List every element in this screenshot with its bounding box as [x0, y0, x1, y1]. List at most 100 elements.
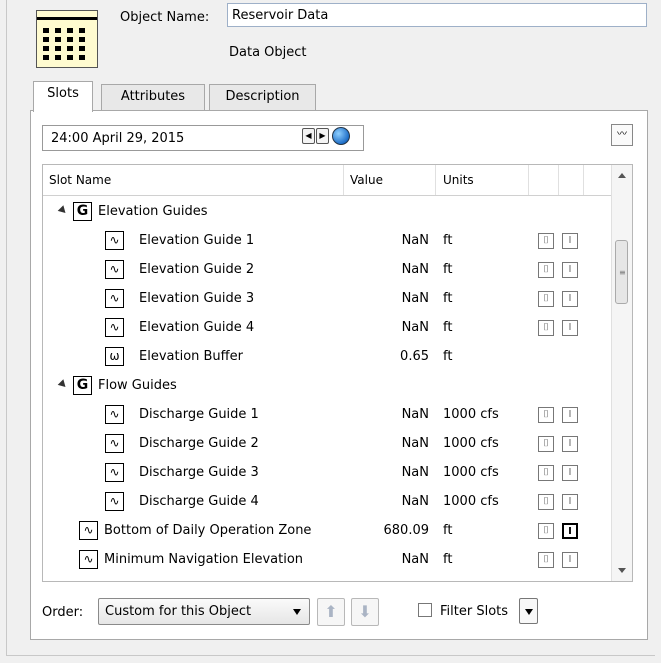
table-row[interactable]: ∿ Discharge Guide 1 NaN 1000 cfs ⌷ I	[43, 400, 613, 429]
slot-units: 1000 cfs	[443, 465, 499, 480]
output-flag-icon[interactable]: I	[562, 523, 578, 539]
slot-value: NaN	[401, 233, 429, 248]
output-flag-icon[interactable]: I	[562, 291, 578, 307]
input-flag-icon[interactable]: ⌷	[538, 465, 554, 481]
slot-value: NaN	[401, 291, 429, 306]
slot-name: Elevation Guide 2	[139, 262, 255, 277]
group-row[interactable]: G Elevation Guides	[43, 197, 613, 226]
slot-value: NaN	[401, 552, 429, 567]
slot-name: Discharge Guide 2	[139, 436, 259, 451]
slot-value: 680.09	[383, 523, 430, 538]
input-flag-icon[interactable]: ⌷	[538, 320, 554, 336]
output-flag-icon[interactable]: I	[562, 436, 578, 452]
slot-units: ft	[443, 552, 453, 567]
object-type-label: Data Object	[229, 45, 307, 60]
table-header: Slot Name Value Units	[43, 165, 613, 196]
slot-value: NaN	[401, 262, 429, 277]
order-label: Order:	[42, 605, 84, 620]
chevron-down-icon	[525, 609, 533, 615]
table-row[interactable]: ∿ Elevation Guide 3 NaN ft ⌷ I	[43, 284, 613, 313]
scrollbar-thumb[interactable]: ≡	[615, 240, 628, 304]
table-row[interactable]: ∿ Discharge Guide 4 NaN 1000 cfs ⌷ I	[43, 487, 613, 516]
slot-units: 1000 cfs	[443, 407, 499, 422]
slot-units: ft	[443, 291, 453, 306]
table-row[interactable]: ∿ Discharge Guide 2 NaN 1000 cfs ⌷ I	[43, 429, 613, 458]
slot-units: 1000 cfs	[443, 436, 499, 451]
window-border-left	[6, 0, 7, 655]
slot-units: ft	[443, 523, 453, 538]
slot-units: ft	[443, 233, 453, 248]
column-header-units[interactable]: Units	[443, 173, 474, 187]
series-slot-icon: ∿	[105, 318, 124, 337]
series-slot-icon: ∿	[79, 550, 98, 569]
group-icon: G	[73, 202, 92, 221]
output-flag-icon[interactable]: I	[562, 233, 578, 249]
series-slot-icon: ∿	[105, 492, 124, 511]
group-icon: G	[73, 376, 92, 395]
table-row[interactable]: ∿ Discharge Guide 3 NaN 1000 cfs ⌷ I	[43, 458, 613, 487]
scroll-down-arrow-icon[interactable]	[618, 568, 626, 573]
table-row[interactable]: ∿ Elevation Guide 4 NaN ft ⌷ I	[43, 313, 613, 342]
tab-description[interactable]: Description	[209, 84, 316, 110]
slot-name: Elevation Guide 4	[139, 320, 255, 335]
filter-slots-checkbox[interactable]	[418, 603, 432, 617]
output-flag-icon[interactable]: I	[562, 465, 578, 481]
filter-options-dropdown[interactable]	[519, 598, 538, 624]
order-select-value: Custom for this Object	[105, 604, 252, 619]
column-header-slot-name[interactable]: Slot Name	[49, 173, 111, 187]
series-slot-icon: ∿	[79, 521, 98, 540]
series-slot-icon: ∿	[105, 405, 124, 424]
table-row[interactable]: ∿ Bottom of Daily Operation Zone 680.09 ft ⌷…	[43, 516, 613, 545]
output-flag-icon[interactable]: I	[562, 262, 578, 278]
slot-name: Elevation Guide 1	[139, 233, 255, 248]
group-row[interactable]: G Flow Guides	[43, 371, 613, 400]
table-row[interactable]: ω Elevation Buffer 0.65 ft	[43, 342, 613, 371]
vertical-scrollbar[interactable]: ≡	[611, 165, 632, 581]
scroll-up-arrow-icon[interactable]	[618, 173, 626, 178]
slot-name: Elevation Buffer	[139, 349, 243, 364]
prev-timestep-icon[interactable]: ◀	[302, 128, 315, 144]
table-row[interactable]: ∿ Elevation Guide 2 NaN ft ⌷ I	[43, 255, 613, 284]
object-name-input[interactable]: Reservoir Data	[227, 3, 647, 27]
column-header-value[interactable]: Value	[350, 173, 383, 187]
slot-units: 1000 cfs	[443, 494, 499, 509]
next-timestep-icon[interactable]: ▶	[316, 128, 329, 144]
object-name-label: Object Name:	[120, 10, 210, 25]
slot-name: Bottom of Daily Operation Zone	[104, 523, 312, 538]
input-flag-icon[interactable]: ⌷	[538, 407, 554, 423]
input-flag-icon[interactable]: ⌷	[538, 523, 554, 539]
table-row[interactable]: ∿ Elevation Guide 1 NaN ft ⌷ I	[43, 226, 613, 255]
slot-name: Flow Guides	[98, 378, 177, 393]
collapse-triangle-icon[interactable]	[57, 205, 69, 216]
input-flag-icon[interactable]: ⌷	[538, 436, 554, 452]
scalar-slot-icon: ω	[105, 347, 124, 366]
output-flag-icon[interactable]: I	[562, 407, 578, 423]
collapse-triangle-icon[interactable]	[57, 379, 69, 390]
input-flag-icon[interactable]: ⌷	[538, 291, 554, 307]
tab-slots[interactable]: Slots	[33, 81, 93, 112]
slot-name: Minimum Navigation Elevation	[104, 552, 304, 567]
output-flag-icon[interactable]: I	[562, 320, 578, 336]
slot-value: NaN	[401, 320, 429, 335]
move-down-arrow-icon[interactable]: ⬇	[351, 598, 379, 626]
input-flag-icon[interactable]: ⌷	[538, 494, 554, 510]
plot-icon[interactable]: 〰	[611, 124, 633, 146]
slot-name: Discharge Guide 3	[139, 465, 259, 480]
tab-attributes[interactable]: Attributes	[101, 84, 205, 110]
input-flag-icon[interactable]: ⌷	[538, 233, 554, 249]
move-up-arrow-icon[interactable]: ⬆	[317, 598, 345, 626]
globe-icon[interactable]	[332, 127, 350, 145]
slot-table: Slot Name Value Units G Elevation Guides ∿…	[42, 164, 633, 582]
table-row[interactable]: ∿ Minimum Navigation Elevation NaN ft ⌷ I	[43, 545, 613, 574]
input-flag-icon[interactable]: ⌷	[538, 552, 554, 568]
output-flag-icon[interactable]: I	[562, 552, 578, 568]
input-flag-icon[interactable]: ⌷	[538, 262, 554, 278]
slot-units: ft	[443, 320, 453, 335]
filter-slots-label: Filter Slots	[440, 604, 509, 619]
slot-value: 0.65	[400, 349, 429, 364]
series-slot-icon: ∿	[105, 434, 124, 453]
series-slot-icon: ∿	[105, 231, 124, 250]
output-flag-icon[interactable]: I	[562, 494, 578, 510]
slot-value: NaN	[401, 494, 429, 509]
order-select[interactable]: Custom for this Object	[98, 598, 310, 625]
